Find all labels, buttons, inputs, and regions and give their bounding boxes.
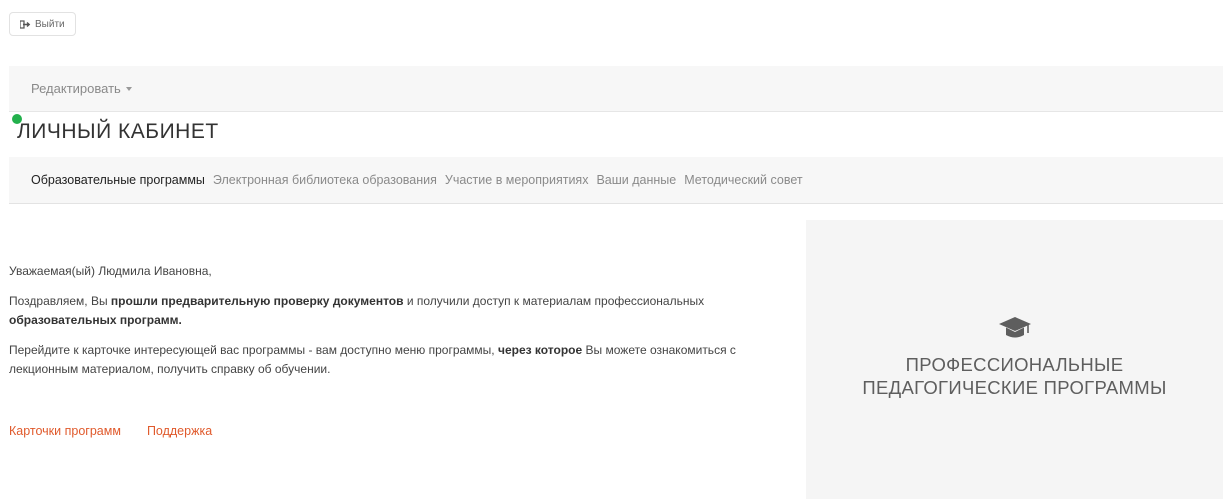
nav-tab-e-library[interactable]: Электронная библиотека образования	[213, 173, 437, 187]
program-cards-link[interactable]: Карточки программ	[9, 424, 121, 438]
nav-tab-methodical-council[interactable]: Методический совет	[684, 173, 802, 187]
edit-dropdown[interactable]: Редактировать	[31, 81, 132, 96]
action-links: Карточки программ Поддержка	[9, 424, 212, 438]
nav-tab-educational-programs[interactable]: Образовательные программы	[31, 173, 205, 187]
welcome-message: Уважаемая(ый) Людмила Ивановна, Поздравл…	[9, 262, 799, 390]
nav-tab-events[interactable]: Участие в мероприятиях	[445, 173, 589, 187]
page-title: ЛИЧНЫЙ КАБИНЕТ	[17, 120, 219, 143]
nav-tab-your-data[interactable]: Ваши данные	[596, 173, 676, 187]
programs-banner[interactable]: ПРОФЕССИОНАЛЬНЫЕ ПЕДАГОГИЧЕСКИЕ ПРОГРАММ…	[806, 220, 1223, 499]
greeting-text: Уважаемая(ый) Людмила Ивановна,	[9, 264, 212, 278]
logout-button[interactable]: Выйти	[9, 12, 76, 36]
logout-icon	[20, 19, 31, 29]
edit-toolbar: Редактировать	[9, 66, 1223, 112]
congrats-paragraph: Поздравляем, Вы прошли предварительную п…	[9, 294, 705, 327]
section-nav: Образовательные программы Электронная би…	[9, 157, 1223, 204]
banner-title-line-2: ПЕДАГОГИЧЕСКИЕ ПРОГРАММЫ	[862, 377, 1167, 398]
support-link[interactable]: Поддержка	[147, 424, 212, 438]
chevron-down-icon	[125, 87, 132, 91]
logout-label: Выйти	[35, 18, 65, 30]
banner-title-line-1: ПРОФЕССИОНАЛЬНЫЕ	[905, 354, 1124, 375]
graduation-cap-icon	[998, 316, 1032, 347]
edit-dropdown-label: Редактировать	[31, 81, 121, 96]
instructions-paragraph: Перейдите к карточке интересующей вас пр…	[9, 343, 736, 376]
